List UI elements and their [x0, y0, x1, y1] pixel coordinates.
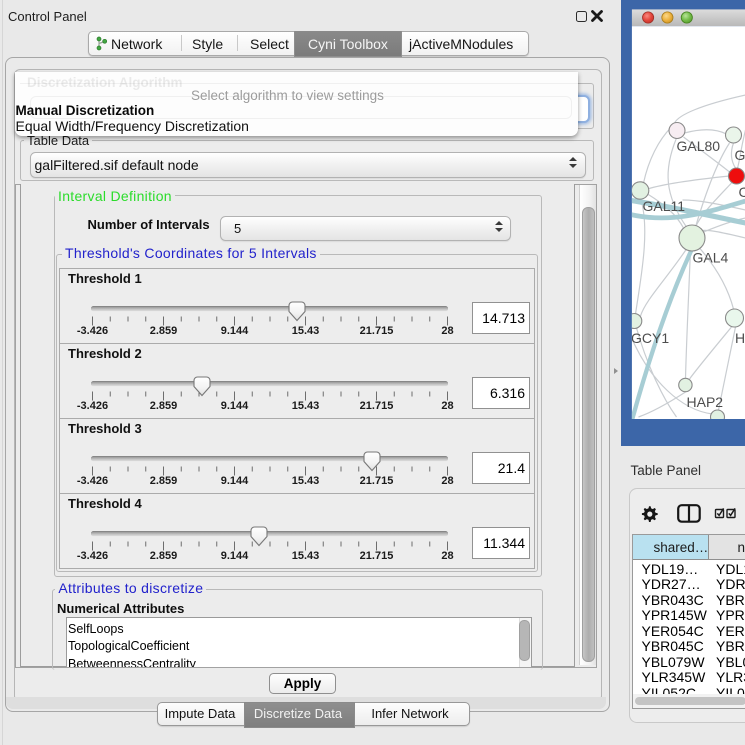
- svg-text:GAL4: GAL4: [692, 250, 728, 266]
- svg-text:GAL11: GAL11: [642, 198, 685, 214]
- svg-text:GAL80: GAL80: [676, 138, 720, 154]
- svg-text:GA: GA: [734, 147, 745, 163]
- svg-text:H: H: [735, 330, 745, 346]
- svg-text:GCY1: GCY1: [631, 330, 669, 346]
- svg-text:HAP2: HAP2: [686, 394, 723, 410]
- svg-text:C: C: [738, 184, 745, 200]
